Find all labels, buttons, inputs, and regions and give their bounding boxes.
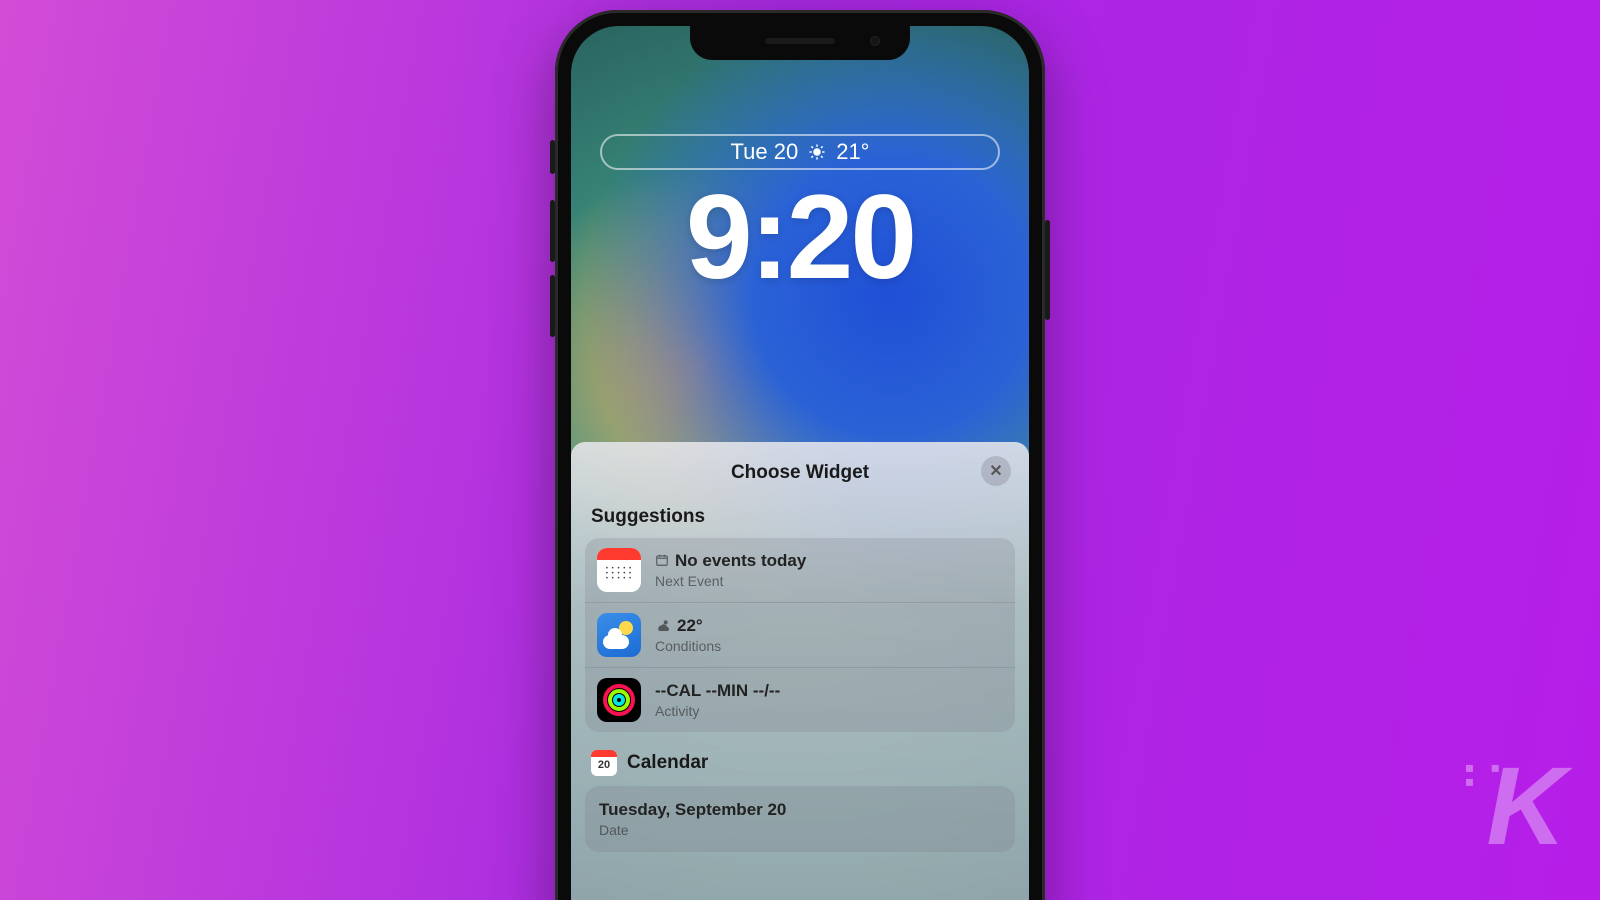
suggestion-title: No events today <box>675 551 806 571</box>
suggestion-subtitle: Conditions <box>655 638 721 654</box>
suggestion-subtitle: Activity <box>655 703 780 719</box>
power-button[interactable] <box>1045 220 1050 320</box>
calendar-icon: • • • • •• • • • •• • • • • <box>597 548 641 592</box>
suggestion-weather-conditions[interactable]: 22° Conditions <box>585 603 1015 668</box>
stage: ▪ ▪▪ K Tue 20 21° <box>0 0 1600 900</box>
suggestion-calendar-next-event[interactable]: • • • • •• • • • •• • • • • No events to… <box>585 538 1015 603</box>
weather-icon <box>597 613 641 657</box>
cloud-sun-icon <box>655 618 671 635</box>
close-icon: ✕ <box>989 461 1002 481</box>
volume-down-button[interactable] <box>550 275 555 337</box>
date-label: Tue 20 <box>731 139 799 165</box>
suggestions-card: • • • • •• • • • •• • • • • No events to… <box>585 538 1015 732</box>
lockscreen-clock: 9:20 <box>571 168 1029 306</box>
calendar-date-widget[interactable]: Tuesday, September 20 Date <box>585 786 1015 852</box>
calendar-day-icon <box>655 553 669 570</box>
phone-screen: Tue 20 21° 9:20 Choose Widget <box>571 26 1029 900</box>
watermark-logo: ▪ ▪▪ K <box>1487 743 1560 870</box>
temp-label: 21° <box>836 139 869 165</box>
suggestion-activity[interactable]: --CAL --MIN --/-- Activity <box>585 668 1015 732</box>
suggestion-subtitle: Next Event <box>655 573 806 589</box>
calendar-section-label: Calendar <box>627 752 708 774</box>
suggestions-heading: Suggestions <box>585 500 1015 538</box>
sheet-header: Choose Widget ✕ <box>585 456 1015 500</box>
calendar-item-title: Tuesday, September 20 <box>599 800 786 820</box>
sheet-title: Choose Widget <box>731 462 869 483</box>
volume-up-button[interactable] <box>550 200 555 262</box>
widget-picker-sheet: Choose Widget ✕ Suggestions • • • • •• •… <box>571 442 1029 900</box>
calendar-app-icon <box>591 750 617 776</box>
sun-icon <box>808 143 826 161</box>
suggestion-title: 22° <box>677 616 703 636</box>
phone-frame: Tue 20 21° 9:20 Choose Widget <box>555 10 1045 900</box>
mute-switch[interactable] <box>550 140 555 174</box>
lockscreen-date-widget[interactable]: Tue 20 21° <box>600 134 1000 170</box>
calendar-section-heading: Calendar <box>585 732 1015 786</box>
activity-icon <box>597 678 641 722</box>
notch <box>690 26 910 60</box>
calendar-widgets-card: Tuesday, September 20 Date <box>585 786 1015 852</box>
calendar-item-subtitle: Date <box>599 822 786 838</box>
suggestion-title: --CAL --MIN --/-- <box>655 681 780 701</box>
close-button[interactable]: ✕ <box>981 456 1011 486</box>
